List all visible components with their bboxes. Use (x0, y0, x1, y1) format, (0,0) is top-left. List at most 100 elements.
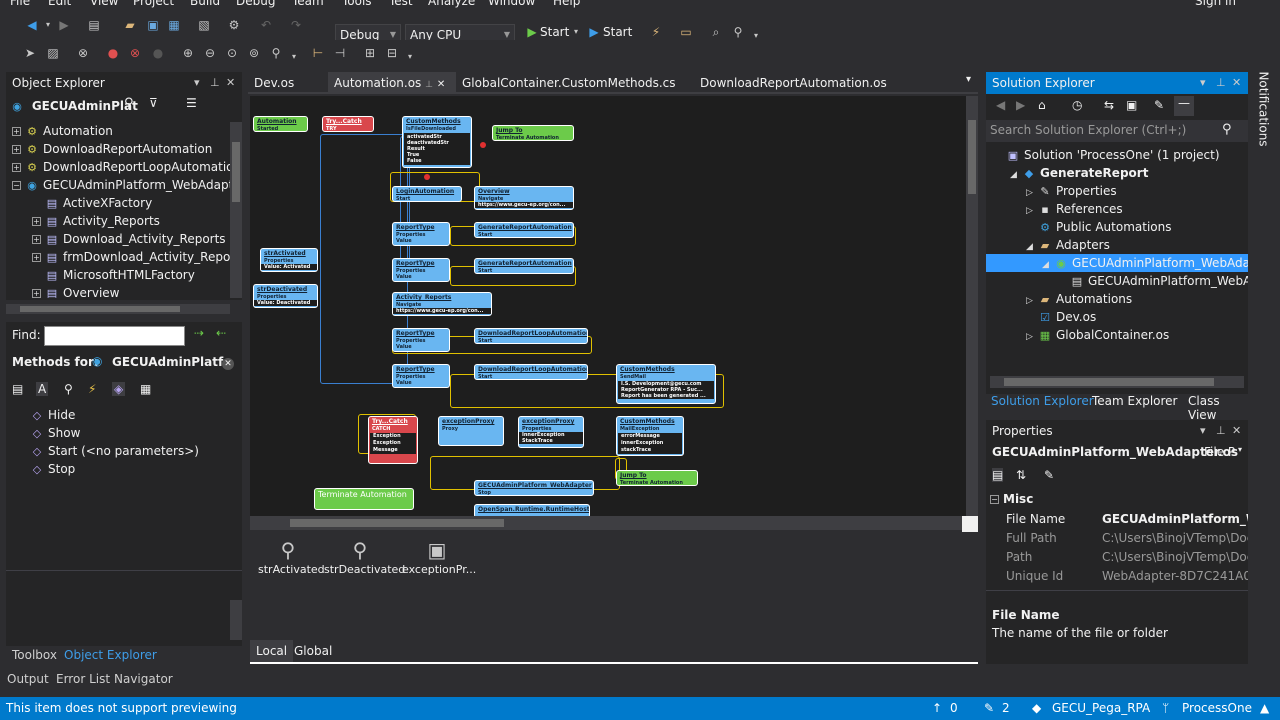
object-tree-item[interactable]: + ⚙ DownloadReportAutomation (12, 140, 212, 158)
activity-reports-node[interactable]: Activity_Reports Navigate https://www.gecu… (392, 292, 492, 316)
new-project-icon[interactable]: ▤ (86, 17, 102, 33)
methods-scrollbar[interactable] (230, 600, 242, 640)
start-without-debug-button[interactable]: Start (603, 24, 632, 40)
login-automation-node[interactable]: LoginAutomation Start (392, 186, 462, 202)
tab-class-view[interactable]: Class View (1188, 394, 1248, 422)
back-icon[interactable]: ◀ (24, 17, 40, 33)
solution-search-box[interactable]: Search Solution Explorer (Ctrl+;) ⚲ (986, 120, 1248, 142)
breakpoint-icon[interactable]: ● (105, 45, 121, 61)
jump-to-node[interactable]: Jump To Terminate Automation (492, 125, 574, 141)
tab-automation-os[interactable]: Automation.os ⊥ ✕ (328, 72, 456, 94)
start-button[interactable]: Start (540, 24, 569, 40)
property-row[interactable]: Path C:\Users\BinojVTemp\Documents (986, 548, 1248, 566)
tab-globalcontainer-custommethods[interactable]: GlobalContainer.CustomMethods.cs (456, 72, 688, 94)
toolbar2-overflow-icon[interactable]: ▾ (402, 49, 418, 65)
str-deactivated-node[interactable]: strDeactivated Properties Value: Deactivat… (253, 284, 318, 308)
preview-icon[interactable]: — (1174, 96, 1194, 116)
automation-node[interactable]: Automation Started (253, 116, 308, 132)
object-tree-item[interactable]: + ▤ Activity_Reports (32, 212, 160, 230)
redo-icon[interactable]: ↷ (288, 17, 304, 33)
find-next-icon[interactable]: ⇢ (194, 326, 204, 340)
find-input[interactable] (44, 326, 185, 346)
object-tree-item[interactable]: + ⚙ DownloadReportLoopAutomation (12, 158, 230, 176)
start-play-icon[interactable]: ▶ (524, 24, 540, 40)
publish-icon[interactable]: ⚙ (226, 17, 242, 33)
object-tree-item[interactable]: + ⚙ Automation (12, 122, 113, 140)
tab-downloadreportautomation[interactable]: DownloadReportAutomation.os (694, 72, 894, 94)
menu-debug[interactable]: Debug (236, 0, 275, 8)
expander-icon[interactable]: + (32, 253, 41, 262)
expander-icon[interactable]: ▷ (1026, 292, 1038, 308)
hot-reload-icon[interactable]: ⚡ (648, 24, 664, 40)
report-type-node[interactable]: ReportType Properties Value (392, 258, 450, 282)
tab-toolbox[interactable]: Toolbox (12, 648, 57, 662)
jump-to-node[interactable]: Jump To Terminate Automation (616, 470, 698, 486)
pending-changes-icon[interactable]: ◷ (1072, 98, 1082, 112)
object-explorer-root[interactable]: ◉ GECUAdminPlat ⚲ ⊽ ☰ (6, 96, 242, 116)
menu-analyze[interactable]: Analyze (428, 0, 475, 8)
add-port-icon[interactable]: ⊞ (362, 45, 378, 61)
solution-tree-item[interactable]: ▷ ▪ References (986, 200, 1248, 218)
build-icon[interactable]: ▧ (196, 17, 212, 33)
start-dropdown-icon[interactable]: ▾ (568, 24, 584, 40)
property-value[interactable]: GECUAdminPlatform_WebAdapter.os (1102, 510, 1248, 528)
panel-dropdown-icon[interactable]: ▾ (194, 72, 200, 94)
notifications-tab[interactable]: Notifications (1254, 71, 1274, 152)
menu-test[interactable]: Test (389, 0, 413, 8)
report-type-node[interactable]: ReportType Properties Value (392, 328, 450, 352)
distribute-icon[interactable]: ⊣ (332, 45, 348, 61)
tab-team-explorer[interactable]: Team Explorer (1092, 394, 1178, 408)
properties-category[interactable]: − Misc (986, 492, 1248, 510)
method-item[interactable]: ◇ Show (30, 424, 81, 442)
zoom-out-icon[interactable]: ⊖ (202, 45, 218, 61)
methods-icon[interactable]: ◈ (112, 382, 126, 396)
expander-icon[interactable]: + (32, 289, 41, 298)
solution-tree-item[interactable]: ◢ ◆ GenerateReport (986, 164, 1248, 182)
solution-tree-item[interactable]: ◢◉ GECUAdminPlatform_WebAdapter (986, 254, 1248, 272)
alphabetical-icon[interactable]: ⇅ (1016, 468, 1026, 482)
events-icon[interactable]: ⚡ (88, 382, 96, 396)
search-icon[interactable]: ⚲ (1222, 122, 1232, 137)
open-span-node[interactable]: OpenSpan.Runtime.RuntimeHost (474, 504, 590, 516)
object-tree-item[interactable]: + ▤ Overview (32, 284, 120, 298)
object-tree-item[interactable]: − ◉ GECUAdminPlatform_WebAdapter (12, 176, 230, 194)
property-row[interactable]: File Name GECUAdminPlatform_WebAdapter.os (986, 510, 1248, 528)
pending-edits[interactable]: 2 (1002, 697, 1010, 720)
tab-object-explorer[interactable]: Object Explorer (64, 648, 157, 662)
download-loop-node[interactable]: DownloadReportLoopAutomation Start (474, 328, 588, 344)
tab-local[interactable]: Local (250, 640, 294, 662)
expander-icon[interactable]: + (32, 235, 41, 244)
menu-tools[interactable]: Tools (342, 0, 372, 8)
menu-team[interactable]: Team (292, 0, 324, 8)
gecu-stop-node[interactable]: GECUAdminPlatform_WebAdapter Stop (474, 480, 594, 496)
back-icon[interactable]: ◀ (996, 98, 1005, 112)
back-dropdown-icon[interactable]: ▾ (40, 17, 56, 33)
menu-help[interactable]: Help (553, 0, 580, 8)
start-without-debug-icon[interactable]: ▶ (586, 24, 602, 40)
menu-build[interactable]: Build (190, 0, 220, 8)
solution-tree-item[interactable]: ◢ ▰ Adapters (986, 236, 1248, 254)
object-tree-item[interactable]: + ▤ Download_Activity_Reports (32, 230, 226, 248)
sync-icon[interactable]: ⇆ (1104, 98, 1114, 112)
property-row[interactable]: Full Path C:\Users\BinojVTemp\Documents (986, 529, 1248, 547)
oe-horizontal-scrollbar[interactable] (6, 304, 230, 314)
expander-icon[interactable]: ▷ (1026, 202, 1038, 218)
oe-vertical-scrollbar[interactable] (230, 122, 242, 298)
branch-name[interactable]: ProcessOne (1182, 697, 1252, 720)
pointer-icon[interactable]: ➤ (22, 45, 38, 61)
method-item[interactable]: ◇ Stop (30, 460, 76, 478)
property-pages-icon[interactable]: ✎ (1044, 468, 1054, 482)
custom-mail-exception-node[interactable]: CustomMethods MailException errorMessage i… (616, 416, 684, 456)
expander-icon[interactable]: ◢ (1042, 256, 1054, 272)
report-type-node[interactable]: ReportType Properties Value (392, 364, 450, 388)
zoom-fit-icon[interactable]: ⊙ (224, 45, 240, 61)
menu-file[interactable]: File (10, 0, 30, 8)
menu-view[interactable]: View (90, 0, 118, 8)
panel-dropdown-icon[interactable]: ▾ (1200, 72, 1206, 94)
object-tree-item[interactable]: + ▤ frmDownload_Activity_Report (32, 248, 230, 266)
download-loop-node[interactable]: DownloadReportLoopAutomation Start (474, 364, 588, 380)
notifications-bell-icon[interactable]: ▲ (1260, 697, 1269, 720)
expander-icon[interactable]: ◢ (1010, 166, 1022, 182)
disable-breakpoint-icon[interactable]: ● (150, 45, 166, 61)
try-catch-node[interactable]: Try...Catch TRY (322, 116, 374, 132)
